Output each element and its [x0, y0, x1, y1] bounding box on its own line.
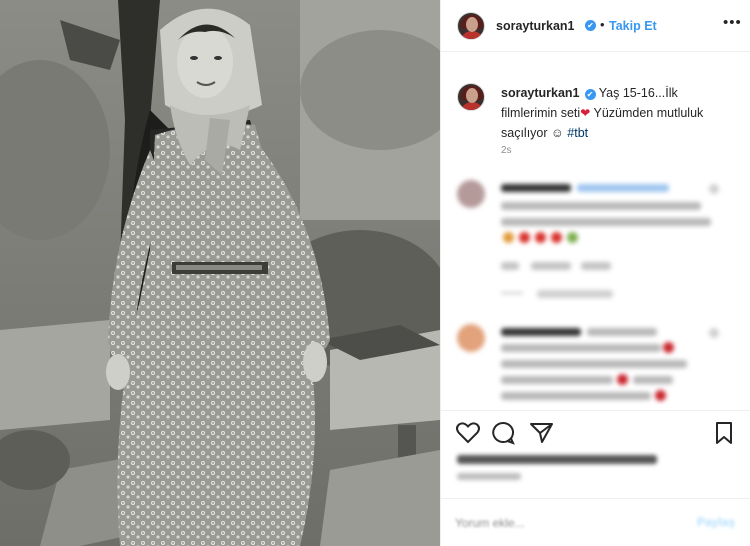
comment-line	[587, 328, 657, 336]
comment-bubble-icon[interactable]	[491, 421, 517, 445]
emoji-icon	[551, 232, 562, 243]
comment-avatar	[457, 324, 485, 352]
heart-outline-icon[interactable]	[455, 421, 481, 445]
emoji-icon	[535, 232, 546, 243]
emoji-icon	[503, 232, 514, 243]
comment-line	[501, 376, 613, 384]
comment-line	[501, 360, 687, 368]
separator-dot: •	[600, 17, 605, 32]
emoji-icon	[617, 374, 628, 385]
post-date	[457, 473, 521, 480]
comment-meta	[501, 292, 523, 294]
emoji-icon	[663, 342, 674, 353]
comment-like-icon	[709, 184, 719, 194]
verified-badge-icon: ✔	[584, 89, 596, 100]
more-options-icon[interactable]: •••	[723, 14, 742, 31]
comment-form: Paylaş	[441, 498, 750, 546]
post-photo[interactable]	[0, 0, 440, 546]
comment-line	[501, 328, 581, 336]
comment-line	[633, 376, 673, 384]
avatar[interactable]	[457, 12, 485, 40]
post-header: sorayturkan1 ✔ • Takip Et •••	[441, 0, 750, 52]
comment-line	[501, 344, 661, 352]
comment-meta	[537, 290, 613, 298]
comment-like-icon	[709, 328, 719, 338]
comment-line	[501, 184, 571, 192]
emoji-icon	[567, 232, 578, 243]
comment-meta	[501, 262, 519, 270]
photo-image	[0, 0, 440, 546]
emoji-icon	[519, 232, 530, 243]
comment-meta	[581, 262, 611, 270]
paper-plane-icon[interactable]	[529, 421, 555, 445]
caption-text: sorayturkan1 ✔ Yaş 15-16...İlk filmlerimi…	[501, 83, 731, 143]
emoji-icon	[655, 390, 666, 401]
heart-emoji-icon: ❤	[580, 106, 591, 120]
comment-line	[577, 184, 669, 192]
comment-line	[501, 202, 701, 210]
comment-item	[441, 318, 750, 408]
comment-input[interactable]	[455, 513, 675, 533]
caption-username[interactable]: sorayturkan1	[501, 86, 580, 100]
comment-meta	[531, 262, 571, 270]
comment-avatar	[457, 180, 485, 208]
verified-badge-icon: ✔	[585, 20, 596, 31]
comment-line	[501, 218, 711, 226]
post-actions-bar	[441, 410, 750, 452]
bookmark-icon[interactable]	[711, 421, 737, 445]
comment-line	[501, 392, 651, 400]
caption-timestamp: 2s	[501, 145, 512, 156]
post-side-panel: sorayturkan1 ✔ • Takip Et ••• sorayturka…	[440, 0, 750, 546]
post-comment-button[interactable]: Paylaş	[697, 515, 735, 529]
hashtag-link[interactable]: #tbt	[567, 126, 588, 140]
likes-count[interactable]	[457, 455, 657, 464]
caption-avatar[interactable]	[457, 83, 485, 111]
follow-button[interactable]: Takip Et	[609, 19, 657, 33]
header-username[interactable]: sorayturkan1	[496, 19, 575, 33]
comment-item	[441, 176, 750, 306]
